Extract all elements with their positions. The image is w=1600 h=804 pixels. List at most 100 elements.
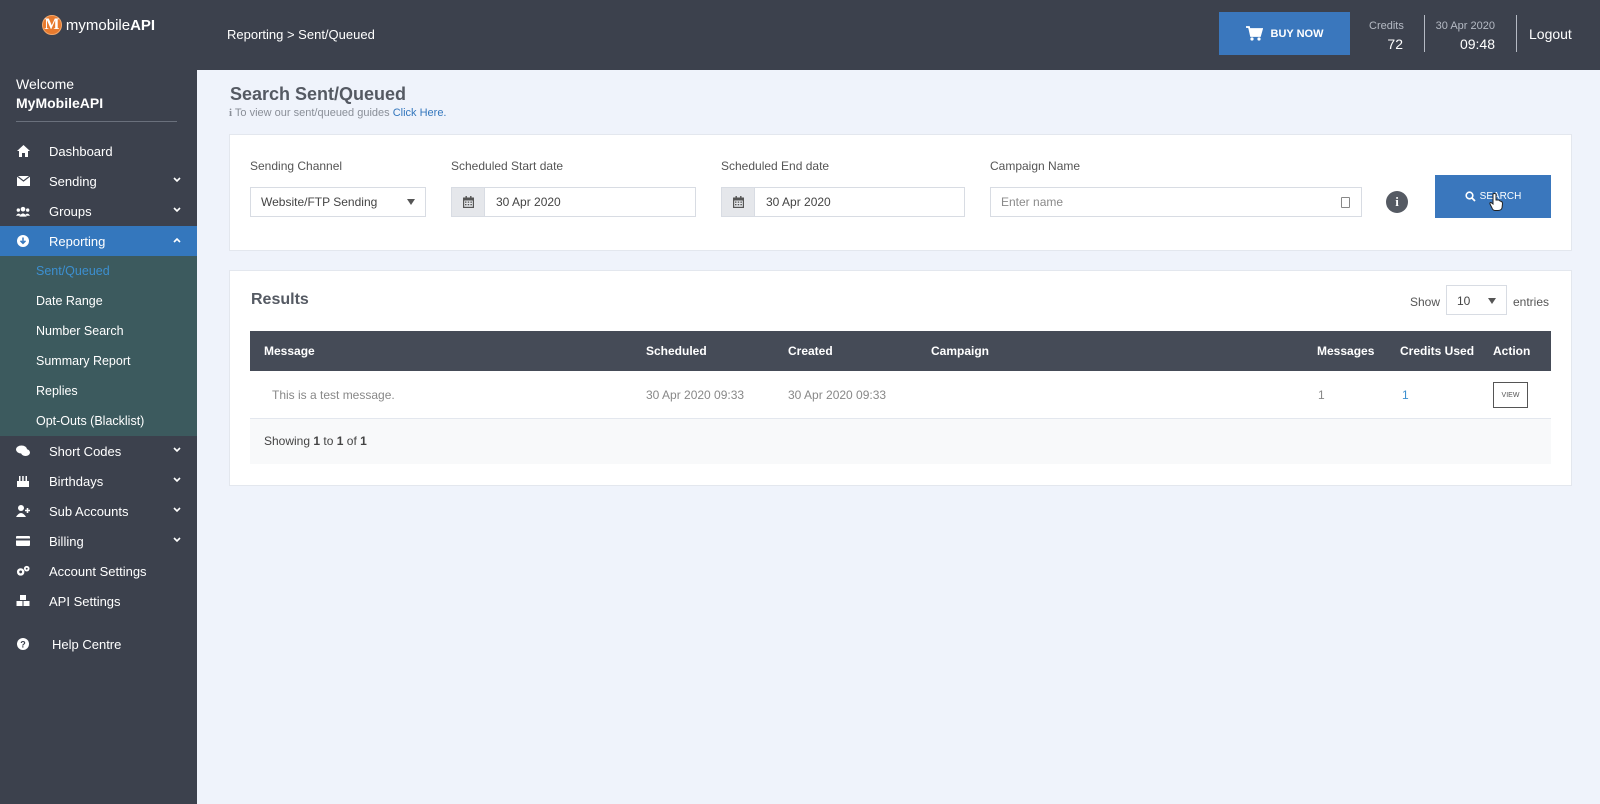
sidebar-item-label: Billing: [49, 533, 84, 549]
entries-label: entries: [1513, 295, 1550, 309]
sidebar-item-api-settings[interactable]: API Settings: [0, 586, 197, 616]
sidebar-nav: Dashboard Sending Groups Reporting Sent/…: [0, 136, 197, 659]
sidebar-item-account-settings[interactable]: Account Settings: [0, 556, 197, 586]
divider: [1516, 15, 1517, 52]
col-campaign[interactable]: Campaign: [931, 344, 989, 358]
channel-value: Website/FTP Sending: [261, 195, 378, 209]
col-messages[interactable]: Messages: [1317, 344, 1374, 358]
sidebar-item-label: Dashboard: [49, 143, 113, 159]
table-header: Message Scheduled Created Campaign Messa…: [250, 331, 1551, 371]
sidebar: M mymobileAPI Welcome MyMobileAPI Dashbo…: [0, 0, 197, 804]
sidebar-item-label: Sending: [49, 173, 97, 189]
chevron-down-icon: [173, 537, 181, 543]
col-scheduled[interactable]: Scheduled: [646, 344, 707, 358]
sidebar-item-label: Short Codes: [49, 443, 122, 459]
envelope-icon: [16, 174, 30, 188]
guide-text: i To view our sent/queued guides Click H…: [229, 107, 447, 119]
channel-label: Sending Channel: [250, 159, 343, 173]
cart-icon: [1245, 26, 1263, 41]
cell-credits-used: 1: [1402, 388, 1409, 402]
caret-down-icon: [1488, 298, 1496, 304]
showing-summary: Showing 1 to 1 of 1: [264, 434, 367, 448]
download-icon: [16, 234, 30, 248]
logout-link[interactable]: Logout: [1529, 26, 1572, 42]
topbar: Reporting > Sent/Queued BUY NOW Credits …: [197, 0, 1600, 70]
chevron-down-icon: [173, 477, 181, 483]
info-small-icon: i: [229, 107, 233, 119]
input-card-icon: [1341, 197, 1350, 208]
sidebar-subitem-opt-outs[interactable]: Opt-Outs (Blacklist): [0, 406, 197, 436]
search-icon: [1465, 191, 1476, 202]
sidebar-item-label: Groups: [49, 203, 92, 219]
cell-messages: 1: [1318, 388, 1325, 402]
cell-scheduled: 30 Apr 2020 09:33: [646, 388, 745, 402]
cogs-icon: [16, 564, 30, 578]
end-date-input[interactable]: 30 Apr 2020: [721, 187, 965, 217]
current-date: 30 Apr 2020: [1435, 20, 1495, 32]
sidebar-item-sub-accounts[interactable]: Sub Accounts: [0, 496, 197, 526]
campaign-label: Campaign Name: [990, 159, 1081, 173]
buy-now-button[interactable]: BUY NOW: [1219, 12, 1350, 55]
caret-down-icon: [407, 199, 415, 205]
chevron-down-icon: [173, 447, 181, 453]
sidebar-item-groups[interactable]: Groups: [0, 196, 197, 226]
buy-now-label: BUY NOW: [1270, 27, 1324, 40]
brand-name: mymobileAPI: [65, 16, 156, 34]
calendar-icon[interactable]: [452, 188, 485, 216]
info-icon[interactable]: i: [1386, 191, 1408, 213]
sidebar-item-label: Sub Accounts: [49, 503, 129, 519]
sidebar-item-label: Reporting: [49, 233, 106, 249]
entries-value: 10: [1457, 294, 1471, 308]
search-card: Sending Channel Website/FTP Sending Sche…: [229, 134, 1572, 251]
credits-display: Credits 72: [1369, 20, 1404, 52]
campaign-name-input[interactable]: [990, 187, 1362, 217]
welcome-divider: [16, 121, 177, 122]
sidebar-subitem-date-range[interactable]: Date Range: [0, 286, 197, 316]
sidebar-item-dashboard[interactable]: Dashboard: [0, 136, 197, 166]
sidebar-item-short-codes[interactable]: Short Codes: [0, 436, 197, 466]
cell-message: This is a test message.: [272, 388, 395, 402]
chat-icon: [16, 444, 30, 458]
table-row: This is a test message. 30 Apr 2020 09:3…: [250, 371, 1551, 419]
sidebar-item-reporting[interactable]: Reporting: [0, 226, 197, 256]
sidebar-item-sending[interactable]: Sending: [0, 166, 197, 196]
col-message[interactable]: Message: [264, 344, 315, 358]
chevron-down-icon: [173, 507, 181, 513]
sidebar-subitem-summary-report[interactable]: Summary Report: [0, 346, 197, 376]
calendar-icon[interactable]: [722, 188, 755, 216]
sidebar-subitem-sent-queued[interactable]: Sent/Queued: [0, 256, 197, 286]
credits-label: Credits: [1369, 20, 1404, 32]
sidebar-item-label: Account Settings: [49, 563, 147, 579]
sidebar-subitem-number-search[interactable]: Number Search: [0, 316, 197, 346]
results-card: Results Show 10 entries Message Schedule…: [229, 270, 1572, 486]
welcome-block: Welcome MyMobileAPI: [0, 50, 197, 122]
start-date-input[interactable]: 30 Apr 2020: [451, 187, 696, 217]
col-created[interactable]: Created: [788, 344, 833, 358]
sidebar-item-birthdays[interactable]: Birthdays: [0, 466, 197, 496]
col-credits-used[interactable]: Credits Used: [1400, 344, 1474, 358]
channel-select[interactable]: Website/FTP Sending: [250, 187, 426, 217]
brand-logo[interactable]: M mymobileAPI: [0, 0, 197, 50]
results-title: Results: [251, 291, 309, 308]
view-button[interactable]: VIEW: [1493, 382, 1528, 408]
guide-label: To view our sent/queued guides: [234, 107, 390, 119]
entries-select[interactable]: 10: [1446, 285, 1507, 315]
sidebar-subitem-replies[interactable]: Replies: [0, 376, 197, 406]
sidebar-item-help-centre[interactable]: ? Help Centre: [0, 629, 197, 659]
page-title: Search Sent/Queued: [230, 84, 407, 104]
sidebar-item-label: API Settings: [49, 593, 121, 609]
end-date-label: Scheduled End date: [721, 159, 830, 173]
sidebar-item-label: Help Centre: [52, 636, 122, 652]
question-icon: ?: [16, 637, 30, 651]
breadcrumb: Reporting > Sent/Queued: [227, 27, 375, 42]
results-table: Message Scheduled Created Campaign Messa…: [250, 331, 1551, 464]
sidebar-item-label: Birthdays: [49, 473, 104, 489]
reporting-submenu: Sent/Queued Date Range Number Search Sum…: [0, 256, 197, 436]
users-icon: [16, 204, 30, 218]
guide-link[interactable]: Click Here.: [393, 107, 447, 119]
cell-created: 30 Apr 2020 09:33: [788, 388, 887, 402]
chevron-up-icon: [173, 237, 181, 243]
chevron-down-icon: [173, 177, 181, 183]
sidebar-item-billing[interactable]: Billing: [0, 526, 197, 556]
chevron-down-icon: [173, 207, 181, 213]
